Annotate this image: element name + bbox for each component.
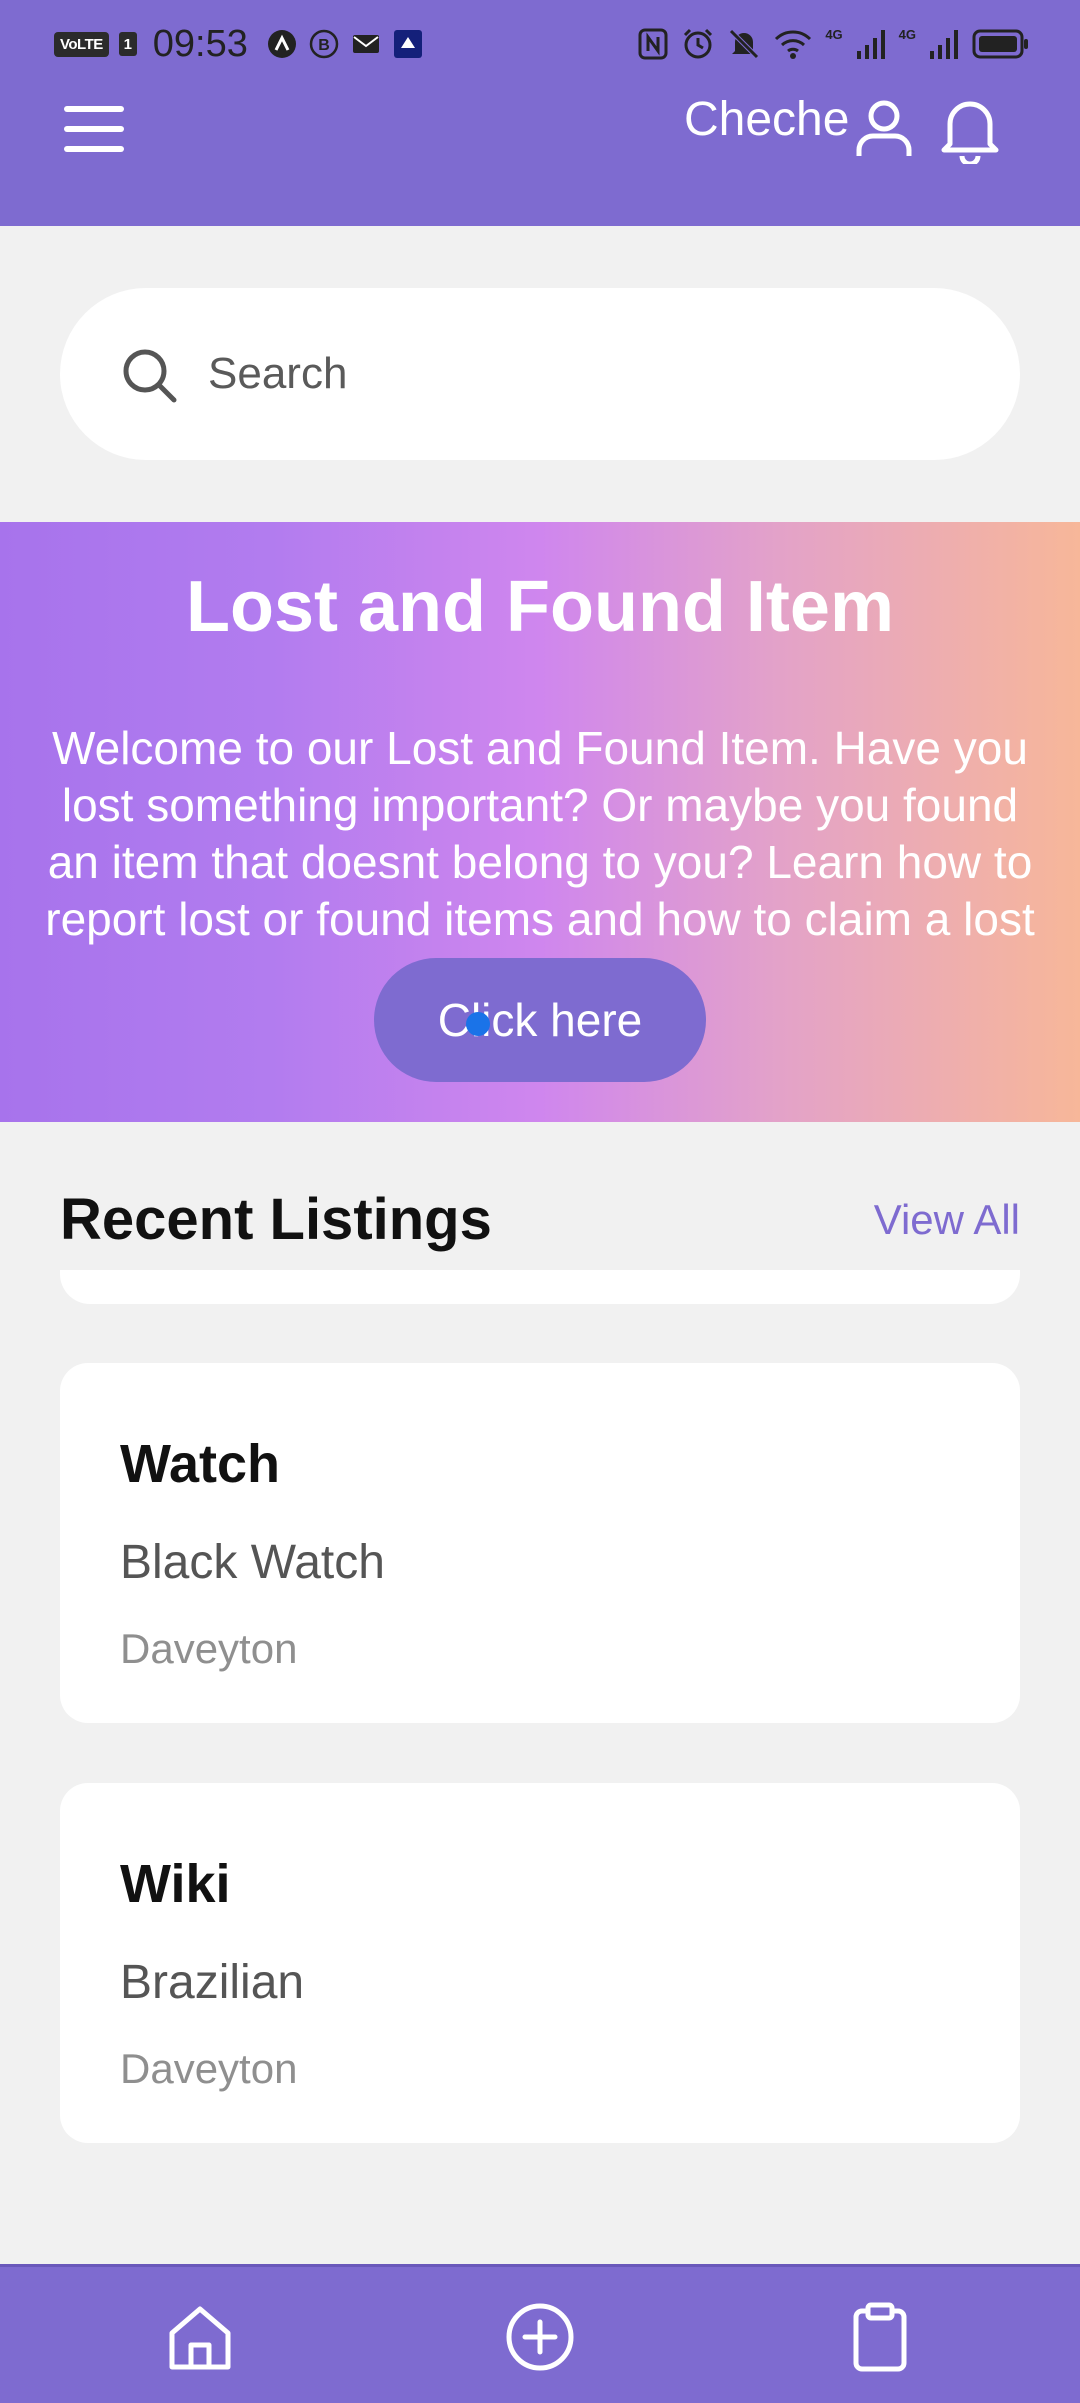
bottom-navigation <box>0 2264 1080 2403</box>
app-notification-icon <box>267 30 296 58</box>
banner-line: an item that doesnt belong to you? Learn… <box>47 836 1033 888</box>
banner-line: report lost or found items and how to cl… <box>45 893 1035 945</box>
mute-icon <box>729 29 760 59</box>
nfc-icon <box>638 28 668 60</box>
signal-icon <box>856 30 885 59</box>
listing-location: Daveyton <box>120 2045 298 2092</box>
search-icon <box>123 349 177 403</box>
svg-text:B: B <box>318 37 330 54</box>
hamburger-menu-button[interactable] <box>60 100 132 160</box>
network-type-label: 4G <box>898 26 916 42</box>
b-notification-icon: B <box>309 29 339 59</box>
listing-card[interactable]: Wiki Brazilian Daveyton <box>60 1783 1020 2143</box>
sim-badge: 1 <box>118 32 137 56</box>
listing-card-partial[interactable] <box>60 1270 1020 1304</box>
status-time: 09:53 <box>152 22 248 65</box>
home-icon[interactable] <box>164 2301 236 2373</box>
banner-description: Welcome to our Lost and Found Item. Have… <box>0 720 1080 948</box>
user-profile-icon[interactable] <box>852 96 916 160</box>
hero-banner: Lost and Found Item Welcome to our Lost … <box>0 522 1080 1122</box>
listing-title: Wiki <box>120 1854 231 1914</box>
app-icon <box>393 30 422 58</box>
banner-line: Welcome to our Lost and Found Item. Have… <box>52 722 1028 774</box>
listing-location: Daveyton <box>120 1625 298 1672</box>
mail-icon <box>352 35 379 53</box>
status-bar-left: VoLTE 1 09:53 B <box>54 20 424 68</box>
username-label: Cheche <box>684 93 850 146</box>
click-here-button[interactable]: Click here <box>374 958 706 1082</box>
banner-line: lost something important? Or maybe you f… <box>61 779 1019 831</box>
status-bar-right: 4G 4G <box>637 22 1030 66</box>
clipboard-icon[interactable] <box>844 2301 916 2373</box>
wifi-icon <box>775 30 812 59</box>
volte-badge: VoLTE <box>54 31 109 57</box>
add-circle-icon[interactable] <box>504 2301 576 2373</box>
listing-card[interactable]: Watch Black Watch Daveyton <box>60 1363 1020 1723</box>
banner-title: Lost and Found Item <box>186 567 894 647</box>
battery-icon <box>972 29 1028 59</box>
view-all-link[interactable]: View All <box>874 1196 1020 1244</box>
listing-description: Black Watch <box>120 1536 385 1589</box>
search-bar[interactable] <box>60 288 1020 460</box>
network-type-label: 4G <box>825 26 843 42</box>
listing-title: Watch <box>120 1434 280 1494</box>
recent-listings-heading: Recent Listings <box>60 1187 492 1252</box>
app-header: VoLTE 1 09:53 B 4G 4G Cheche <box>0 0 1080 226</box>
status-bar: VoLTE 1 09:53 B 4G 4G <box>0 0 1080 90</box>
signal-icon <box>930 30 958 59</box>
search-input[interactable] <box>208 340 968 408</box>
notification-bell-icon[interactable] <box>936 94 1004 164</box>
listing-description: Brazilian <box>120 1956 305 2009</box>
touch-indicator <box>466 1012 490 1036</box>
alarm-icon <box>684 28 713 59</box>
